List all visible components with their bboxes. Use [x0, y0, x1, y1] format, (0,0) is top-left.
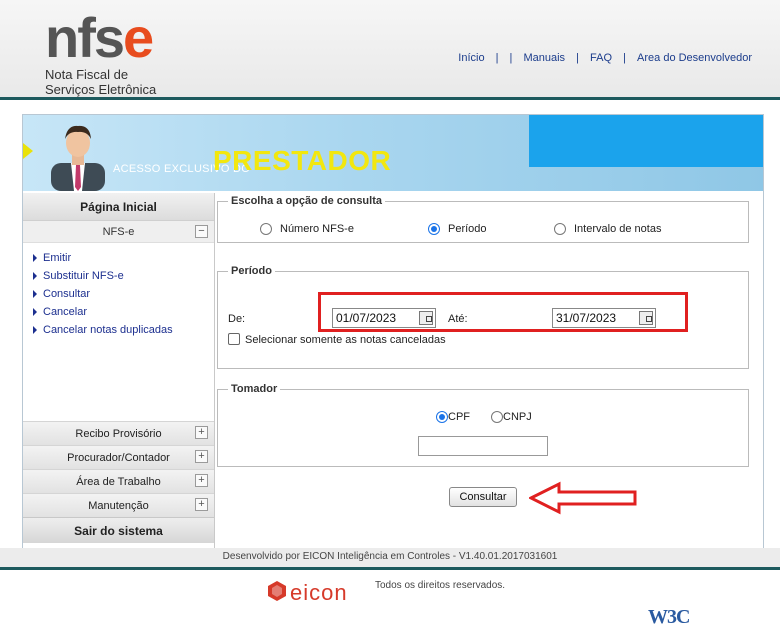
- expand-icon[interactable]: +: [195, 474, 208, 487]
- w3c-badge[interactable]: W3C: [648, 606, 690, 629]
- option-cpf[interactable]: CPF: [436, 411, 470, 424]
- sidebar-group-label: Área de Trabalho: [76, 476, 161, 488]
- nav-inicio[interactable]: Início: [458, 52, 484, 64]
- sidebar-home[interactable]: Página Inicial: [23, 193, 214, 221]
- radio-intervalo[interactable]: [554, 223, 566, 236]
- content-area: Escolha a opção de consulta Número NFS-e…: [217, 193, 763, 549]
- sidebar-link-emitir[interactable]: Emitir: [33, 249, 214, 267]
- sidebar-group-manutencao[interactable]: Manutenção +: [23, 493, 214, 517]
- prestador-banner: ACESSO EXCLUSIVO DO PRESTADOR: [23, 115, 763, 191]
- banner-title: PRESTADOR: [213, 145, 392, 176]
- only-canceled-checkbox[interactable]: [228, 333, 240, 345]
- consulta-legend: Escolha a opção de consulta: [231, 195, 382, 207]
- nav-desenvolvedor[interactable]: Area do Desenvolvedor: [637, 52, 752, 64]
- sidebar-group-procurador[interactable]: Procurador/Contador +: [23, 445, 214, 469]
- sidebar-group-area-trabalho[interactable]: Área de Trabalho +: [23, 469, 214, 493]
- sidebar-section-nfse[interactable]: NFS-e −: [23, 221, 214, 243]
- person-icon: [51, 125, 105, 191]
- only-canceled-label: Selecionar somente as notas canceladas: [245, 334, 446, 346]
- sidebar-group-recibo[interactable]: Recibo Provisório +: [23, 421, 214, 445]
- option-label: Número NFS-e: [280, 223, 354, 235]
- radio-numero-nfse[interactable]: [260, 223, 272, 236]
- logo-word: nfs: [45, 6, 125, 69]
- option-label: Intervalo de notas: [574, 223, 662, 235]
- arrow-right-icon: [33, 254, 37, 263]
- arrow-right-icon: [33, 272, 37, 281]
- sidebar-group-label: Procurador/Contador: [67, 452, 170, 464]
- nav-separator: |: [623, 52, 626, 64]
- sidebar-link-cancelar[interactable]: Cancelar: [33, 303, 214, 321]
- nav-faq[interactable]: FAQ: [590, 52, 612, 64]
- periodo-legend: Período: [231, 265, 272, 277]
- date-from-label: De:: [228, 313, 246, 325]
- cnpj-label: CNPJ: [503, 411, 532, 423]
- sidebar-link-label: Substituir NFS-e: [43, 270, 124, 282]
- expand-icon[interactable]: +: [195, 498, 208, 511]
- arrow-right-icon: [33, 326, 37, 335]
- copyright-text: Todos os direitos reservados.: [375, 580, 506, 591]
- tomador-document-input[interactable]: [418, 436, 548, 456]
- sidebar-section-label: NFS-e: [102, 226, 135, 238]
- sidebar-link-label: Consultar: [43, 288, 91, 300]
- eicon-wordmark: eicon: [290, 580, 348, 605]
- option-numero-nfse[interactable]: Número NFS-e: [260, 223, 354, 236]
- option-cnpj[interactable]: CNPJ: [491, 411, 532, 424]
- sidebar: Página Inicial NFS-e − Emitir Substituir…: [23, 193, 215, 549]
- highlight-box-annotation: [318, 292, 688, 332]
- arrow-right-icon: [33, 308, 37, 317]
- eicon-icon: [268, 581, 286, 601]
- sidebar-link-label: Cancelar: [43, 306, 88, 318]
- sidebar-link-label: Emitir: [43, 252, 72, 264]
- sidebar-group-label: Recibo Provisório: [75, 428, 162, 440]
- option-intervalo[interactable]: Intervalo de notas: [554, 223, 662, 236]
- nav-separator: |: [495, 52, 499, 64]
- sidebar-group-label: Manutenção: [88, 500, 149, 512]
- footer-bar: Desenvolvido por EICON Inteligência em C…: [0, 548, 780, 570]
- consultar-button[interactable]: Consultar: [449, 487, 517, 507]
- nav-separator: |: [509, 52, 513, 64]
- banner-blue-block: [529, 115, 763, 167]
- top-nav: Início | | Manuais | FAQ | Area do Desen…: [454, 52, 756, 64]
- tomador-fieldset: Tomador CPF CNPJ: [217, 383, 749, 467]
- collapse-icon[interactable]: −: [195, 225, 208, 238]
- nav-separator: |: [576, 52, 579, 64]
- arrow-right-icon: [33, 290, 37, 299]
- logo-subtitle-2: Serviços Eletrônica: [45, 82, 157, 97]
- expand-icon[interactable]: +: [195, 450, 208, 463]
- radio-cnpj[interactable]: [491, 411, 503, 424]
- nav-manuais[interactable]: Manuais: [523, 52, 565, 64]
- cpf-label: CPF: [448, 411, 470, 423]
- logo-word-accent: e: [123, 6, 154, 69]
- radio-periodo[interactable]: [428, 223, 440, 236]
- logout-button[interactable]: Sair do sistema: [23, 517, 214, 543]
- consulta-options-fieldset: Escolha a opção de consulta Número NFS-e…: [217, 195, 749, 243]
- logo-subtitle-1: Nota Fiscal de: [45, 67, 129, 82]
- radio-cpf[interactable]: [436, 411, 448, 424]
- red-arrow-annotation: [529, 481, 637, 515]
- site-header: nfse Nota Fiscal de Serviços Eletrônica …: [0, 0, 780, 100]
- option-label: Período: [448, 223, 487, 235]
- tomador-legend: Tomador: [231, 383, 278, 395]
- sidebar-link-label: Cancelar notas duplicadas: [43, 324, 173, 336]
- eicon-logo: eicon: [266, 580, 347, 605]
- banner-arrow-icon: [23, 143, 33, 159]
- sidebar-link-consultar[interactable]: Consultar: [33, 285, 214, 303]
- nfse-logo: nfse Nota Fiscal de Serviços Eletrônica: [45, 10, 157, 97]
- sidebar-links: Emitir Substituir NFS-e Consultar Cancel…: [23, 243, 214, 421]
- main-frame: ACESSO EXCLUSIVO DO PRESTADOR Página Ini…: [22, 114, 764, 550]
- sidebar-link-cancelar-duplicadas[interactable]: Cancelar notas duplicadas: [33, 321, 214, 339]
- sidebar-link-substituir[interactable]: Substituir NFS-e: [33, 267, 214, 285]
- option-periodo[interactable]: Período: [428, 223, 487, 236]
- expand-icon[interactable]: +: [195, 426, 208, 439]
